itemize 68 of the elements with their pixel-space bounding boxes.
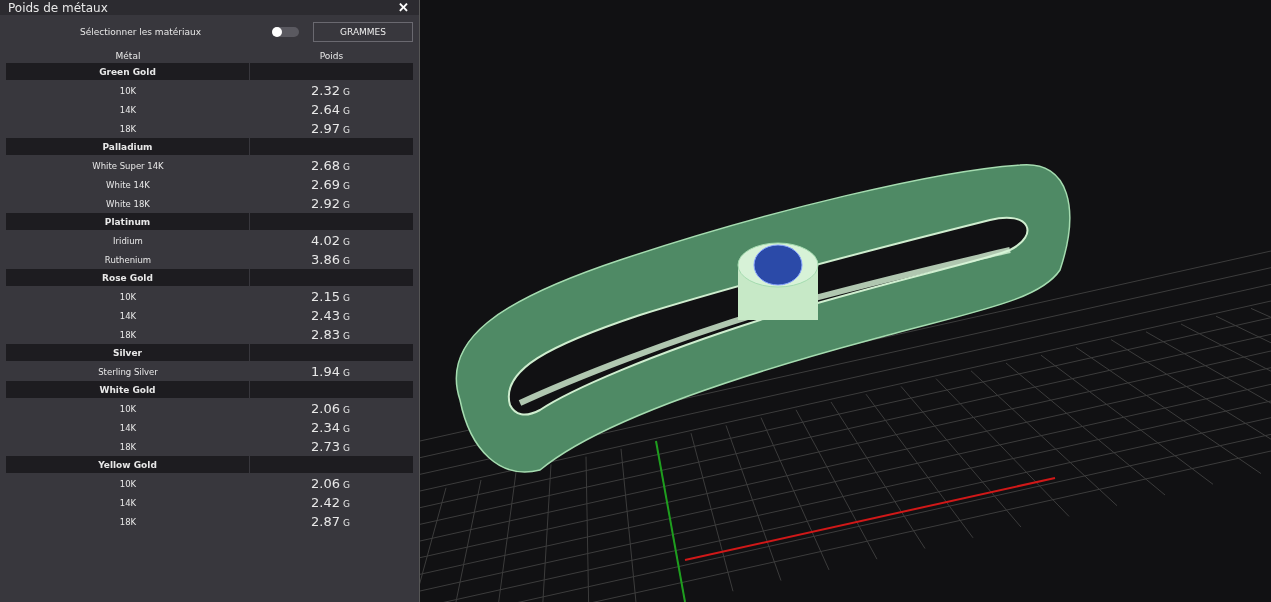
weight-unit: G [342,499,350,509]
unit-button[interactable]: GRAMMES [313,22,413,42]
weight-value: 2.43 [311,308,340,323]
weight-value: 2.42 [311,495,340,510]
metal-name: White Super 14K [92,160,164,171]
panel-title: Poids de métaux [8,0,108,15]
metal-name: 10K [119,403,137,414]
weight-value: 3.86 [311,252,340,267]
toggle-switch[interactable] [272,27,299,37]
group-header-cell: Silver [6,344,250,361]
weight-value: 2.15 [311,289,340,304]
metal-name: 10K [119,291,137,302]
metal-name: Ruthenium [104,254,152,265]
select-materials-label: Sélectionner les matériaux [80,27,202,37]
group-header-cell: Yellow Gold [6,456,250,473]
metal-name: 18K [119,329,137,340]
weight-value: 2.83 [311,327,340,342]
group-header-cell: Palladium [6,138,250,155]
weight-unit: G [342,331,350,341]
metal-name: Sterling Silver [98,366,158,377]
weight-unit: G [342,518,350,528]
close-button[interactable]: ✕ [396,0,411,15]
weight-unit: G [342,312,350,322]
column-header: Métal [115,51,141,61]
metal-name: 18K [119,441,137,452]
group-header-cell: Green Gold [6,63,250,80]
metal-name: White 14K [106,179,150,190]
column-header: Poids [319,51,344,61]
metal-name: 18K [119,516,137,527]
metal-name: White 18K [106,198,150,209]
weight-unit: G [342,443,350,453]
weight-value: 2.34 [311,420,340,435]
weight-value: 2.68 [311,158,340,173]
weight-unit: G [342,181,350,191]
weight-unit: G [342,87,350,97]
weight-value: 2.64 [311,102,340,117]
group-header-cell: White Gold [6,381,250,398]
weight-value: 4.02 [311,233,340,248]
metal-name: 10K [119,85,137,96]
weight-value: 2.32 [311,83,340,98]
weight-unit: G [342,424,350,434]
weight-value: 2.92 [311,196,340,211]
weight-unit: G [342,162,350,172]
weight-unit: G [342,237,350,247]
weight-unit: G [342,480,350,490]
weight-unit: G [342,200,350,210]
weight-unit: G [342,368,350,378]
weight-unit: G [342,256,350,266]
weight-value: 2.06 [311,476,340,491]
metal-name: 18K [119,123,137,134]
weight-value: 1.94 [311,364,340,379]
weight-unit: G [342,293,350,303]
weight-value: 2.73 [311,439,340,454]
metal-name: 14K [119,422,137,433]
metal-name: 14K [119,104,137,115]
group-header-cell: Platinum [6,213,250,230]
metal-name: 14K [119,497,137,508]
metal-name: 14K [119,310,137,321]
weight-unit: G [342,405,350,415]
weight-value: 2.06 [311,401,340,416]
group-header-cell: Rose Gold [6,269,250,286]
metal-name: Iridium [113,235,143,246]
weight-unit: G [342,106,350,116]
metal-name: 10K [119,478,137,489]
weight-value: 2.69 [311,177,340,192]
weight-value: 2.97 [311,121,340,136]
weight-value: 2.87 [311,514,340,529]
weight-unit: G [342,125,350,135]
